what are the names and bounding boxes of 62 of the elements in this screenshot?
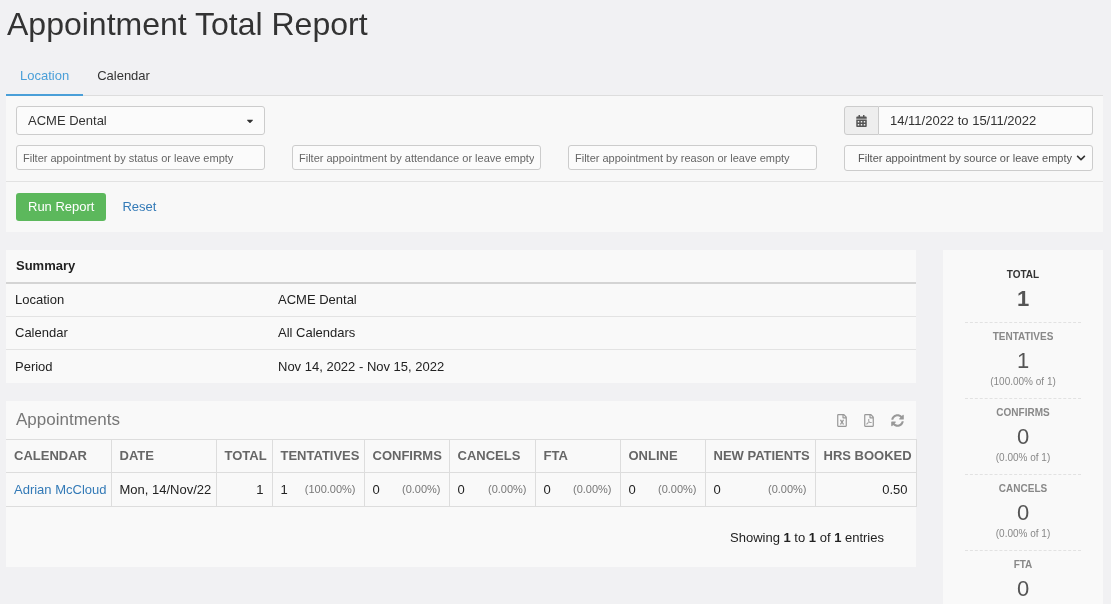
stat-label: CANCELS	[998, 482, 1048, 496]
stat-value: 1	[1016, 349, 1030, 373]
tab[interactable]: Calendar	[83, 58, 164, 96]
calendar-link[interactable]: Adrian McCloud	[14, 481, 107, 497]
count-text: 1	[280, 480, 288, 499]
stat-label: TOTAL	[1006, 268, 1040, 282]
date-range-field[interactable]: 14/11/2022 to 15/11/2022	[879, 106, 1093, 135]
column-header: CONFIRMS	[364, 439, 449, 473]
table-cell: 1	[216, 472, 272, 507]
percent-text: (0.00%)	[487, 482, 527, 498]
count-text: 0	[457, 480, 465, 499]
column-header: DATE	[111, 439, 216, 473]
source-select[interactable]: Filter appointment by source or leave empty	[844, 145, 1093, 171]
column-header: CANCELS	[449, 439, 535, 473]
stat-share-text: (0.00% of 1)	[995, 451, 1051, 464]
refresh-icon[interactable]	[891, 413, 904, 427]
column-header: HRS BOOKED	[815, 439, 916, 473]
stat-value: 1	[1016, 287, 1030, 311]
column-header: TOTAL	[216, 439, 272, 473]
column-header: FTA	[535, 439, 620, 473]
count-text: 0	[372, 480, 380, 499]
filter-field[interactable]: Filter appointment by reason or leave empty	[568, 145, 817, 170]
percent-text: (0.00%)	[767, 482, 807, 498]
table-cell: Mon, 14/Nov/22	[111, 472, 216, 507]
column-header: NEW PATIENTS	[705, 439, 815, 473]
calendar-icon	[844, 106, 879, 135]
column-header: ONLINE	[620, 439, 705, 473]
column-header: TENTATIVES	[272, 439, 364, 473]
stat-label: FTA	[1013, 558, 1033, 572]
summary-title: Summary	[16, 257, 76, 276]
chevron-down-icon	[1076, 153, 1086, 163]
entries-info-text: Showing 1 to 1 of 1 entries	[730, 529, 884, 546]
percent-text: (0.00%)	[401, 482, 441, 498]
summary-label: Period	[14, 357, 54, 376]
filter-field[interactable]: Filter appointment by status or leave empty	[16, 145, 265, 170]
count-text: 0	[543, 480, 551, 499]
percent-text: (0.00%)	[657, 482, 697, 498]
percent-text: (100.00%)	[304, 482, 356, 498]
stat-value: 0	[1016, 501, 1030, 525]
column-header: CALENDAR	[6, 439, 111, 473]
summary-value: All Calendars	[278, 324, 356, 343]
percent-text: (0.00%)	[572, 482, 612, 498]
stat-label: TENTATIVES	[992, 330, 1054, 344]
summary-value: Nov 14, 2022 - Nov 15, 2022	[278, 357, 445, 376]
summary-label: Calendar	[14, 324, 69, 343]
appointments-title: Appointments	[16, 409, 120, 432]
filter-field[interactable]: Filter appointment by attendance or leave empty	[292, 145, 541, 170]
stat-share-text: (100.00% of 1)	[990, 375, 1056, 388]
location-select[interactable]: ACME Dental	[16, 106, 265, 135]
count-text: 0	[628, 480, 636, 499]
summary-value: ACME Dental	[278, 291, 357, 310]
stat-value: 0	[1016, 425, 1030, 449]
reset-link[interactable]: Reset	[122, 197, 157, 217]
stat-value: 0	[1016, 577, 1030, 601]
table-cell: 0.50	[815, 472, 916, 507]
summary-label: Location	[14, 291, 66, 310]
stat-share-text: (0.00% of 1)	[995, 527, 1051, 540]
stat-label: CONFIRMS	[996, 406, 1050, 420]
count-text: 0	[713, 480, 721, 499]
page-title: Appointment Total Report	[6, 5, 368, 44]
pdf-file-icon[interactable]	[864, 413, 874, 427]
spreadsheet-file-icon[interactable]	[837, 413, 847, 427]
